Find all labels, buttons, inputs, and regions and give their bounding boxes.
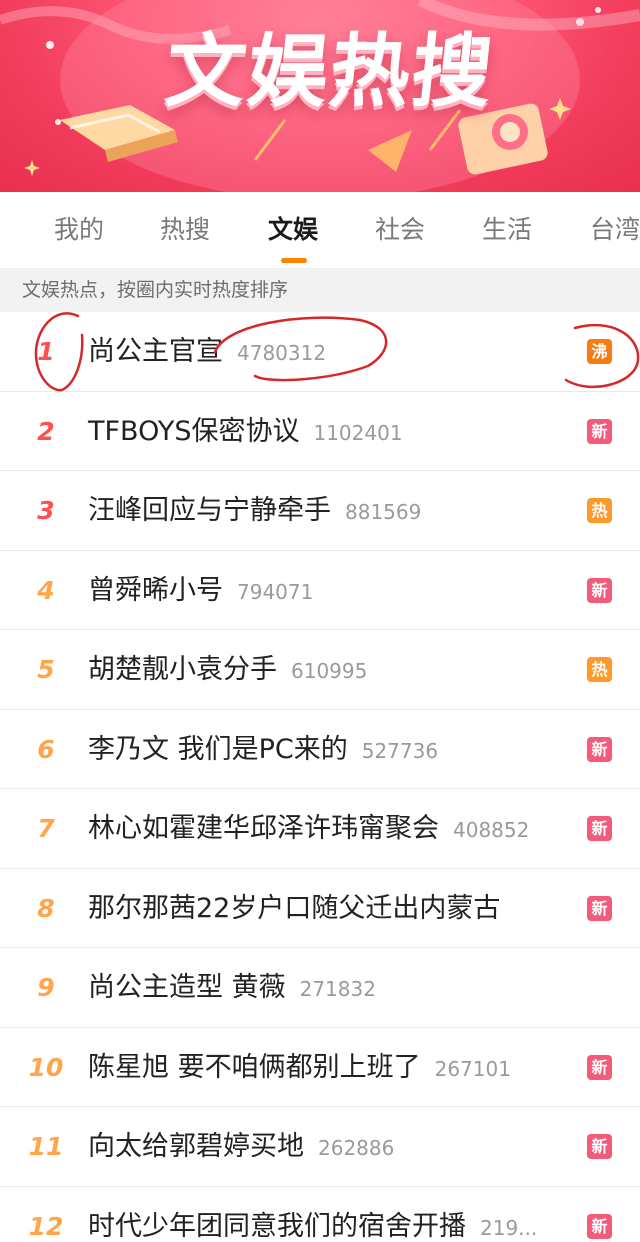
list-item[interactable]: 12 时代少年团同意我们的宿舍开播 219... 新 [0, 1187, 640, 1242]
topic-title[interactable]: 尚公主造型 黄薇 271832 [88, 948, 376, 1027]
hot-search-list: 1 尚公主官宣 4780312 沸 2 TFBOYS保密协议 1102401 新 3 汪峰回应与宁… [0, 312, 640, 1242]
hot-badge: 热 [587, 498, 612, 523]
rank-number: 3 [37, 496, 55, 525]
new-badge: 新 [587, 736, 612, 762]
topic-title-text: 陈星旭 要不咱俩都别上班了 [88, 1051, 421, 1083]
heat-count: 794071 [237, 579, 314, 604]
tab-entertainment[interactable]: 文娱 [268, 212, 318, 248]
topic-title[interactable]: TFBOYS保密协议 1102401 [88, 392, 403, 471]
new-badge: 新 [587, 577, 612, 603]
list-item[interactable]: 6 李乃文 我们是PC来的 527736 新 [0, 710, 640, 789]
topic-title[interactable]: 那尔那茜22岁户口随父迁出内蒙古 [88, 869, 500, 948]
tab-mine[interactable]: 我的 [54, 212, 104, 248]
list-item[interactable]: 5 胡楚靓小袁分手 610995 热 [0, 630, 640, 710]
topic-title-text: 曾舜晞小号 [88, 574, 223, 606]
topic-title[interactable]: 曾舜晞小号 794071 [88, 551, 313, 630]
list-item[interactable]: 8 那尔那茜22岁户口随父迁出内蒙古 新 [0, 869, 640, 948]
topic-title-text: 李乃文 我们是PC来的 [88, 733, 348, 765]
heat-count: 4780312 [237, 341, 327, 365]
topic-title-text: 尚公主官宣 [88, 336, 223, 367]
tab-life[interactable]: 生活 [482, 212, 532, 248]
new-badge: 新 [587, 1054, 612, 1080]
new-badge: 新 [587, 1213, 612, 1239]
topic-title-text: 汪峰回应与宁静牵手 [88, 495, 331, 526]
rank-number: 11 [28, 1132, 64, 1161]
banner-title: 文娱热搜 [161, 25, 499, 118]
banner: 文娱热搜 [0, 0, 640, 192]
hot-badge: 热 [587, 657, 612, 682]
rank-number: 8 [37, 893, 55, 923]
topic-title-text: 那尔那茜22岁户口随父迁出内蒙古 [88, 892, 501, 924]
heat-count: 267101 [434, 1056, 511, 1081]
heat-count: 881569 [345, 500, 422, 524]
rank-number: 5 [37, 655, 55, 684]
boil-badge: 沸 [587, 339, 612, 364]
rank-number: 2 [37, 416, 55, 446]
section-description: 文娱热点，按圈内实时热度排序 [0, 268, 640, 312]
new-badge: 新 [587, 418, 612, 444]
heat-count: 271832 [299, 977, 376, 1001]
rank-number: 4 [37, 575, 55, 605]
rank-number: 1 [37, 337, 55, 366]
rank-number: 10 [28, 1052, 64, 1082]
list-item[interactable]: 3 汪峰回应与宁静牵手 881569 热 [0, 471, 640, 551]
rank-number: 6 [37, 734, 55, 764]
topic-title[interactable]: 尚公主官宣 4780312 [88, 312, 326, 391]
new-badge: 新 [587, 816, 612, 841]
new-badge: 新 [587, 1134, 612, 1159]
topic-title[interactable]: 时代少年团同意我们的宿舍开播 219... [88, 1187, 537, 1242]
heat-count: 262886 [318, 1136, 395, 1160]
rank-number: 9 [37, 973, 55, 1002]
list-item[interactable]: 10 陈星旭 要不咱俩都别上班了 267101 新 [0, 1028, 640, 1107]
tab-hot[interactable]: 热搜 [160, 212, 210, 248]
list-item[interactable]: 11 向太给郭碧婷买地 262886 新 [0, 1107, 640, 1187]
topic-title-text: TFBOYS保密协议 [88, 415, 300, 447]
topic-title-text: 尚公主造型 黄薇 [88, 972, 286, 1003]
heat-count: 408852 [453, 818, 530, 842]
active-tab-indicator [281, 258, 307, 263]
topic-title-text: 时代少年团同意我们的宿舍开播 [88, 1210, 466, 1242]
heat-count: 219... [480, 1215, 538, 1240]
heat-count: 527736 [361, 738, 439, 763]
topic-title-text: 胡楚靓小袁分手 [88, 654, 277, 685]
rank-number: 7 [37, 814, 55, 843]
list-item[interactable]: 9 尚公主造型 黄薇 271832 [0, 948, 640, 1028]
topic-title[interactable]: 林心如霍建华邱泽许玮甯聚会 408852 [88, 789, 529, 868]
heat-count: 610995 [291, 659, 368, 683]
list-item[interactable]: 1 尚公主官宣 4780312 沸 [0, 312, 640, 392]
new-badge: 新 [587, 895, 612, 921]
tab-bar: 我的 热搜 文娱 社会 生活 台湾 [0, 192, 640, 268]
tab-society[interactable]: 社会 [375, 212, 425, 248]
list-item[interactable]: 2 TFBOYS保密协议 1102401 新 [0, 392, 640, 471]
topic-title[interactable]: 胡楚靓小袁分手 610995 [88, 630, 367, 709]
topic-title[interactable]: 李乃文 我们是PC来的 527736 [88, 710, 438, 789]
tab-taiwan[interactable]: 台湾 [590, 212, 640, 248]
topic-title-text: 向太给郭碧婷买地 [88, 1131, 304, 1162]
topic-title-text: 林心如霍建华邱泽许玮甯聚会 [88, 813, 439, 844]
rank-number: 12 [28, 1211, 64, 1241]
topic-title[interactable]: 汪峰回应与宁静牵手 881569 [88, 471, 421, 550]
list-item[interactable]: 4 曾舜晞小号 794071 新 [0, 551, 640, 630]
topic-title[interactable]: 陈星旭 要不咱俩都别上班了 267101 [88, 1028, 511, 1107]
topic-title[interactable]: 向太给郭碧婷买地 262886 [88, 1107, 394, 1186]
heat-count: 1102401 [313, 420, 403, 445]
list-item[interactable]: 7 林心如霍建华邱泽许玮甯聚会 408852 新 [0, 789, 640, 869]
